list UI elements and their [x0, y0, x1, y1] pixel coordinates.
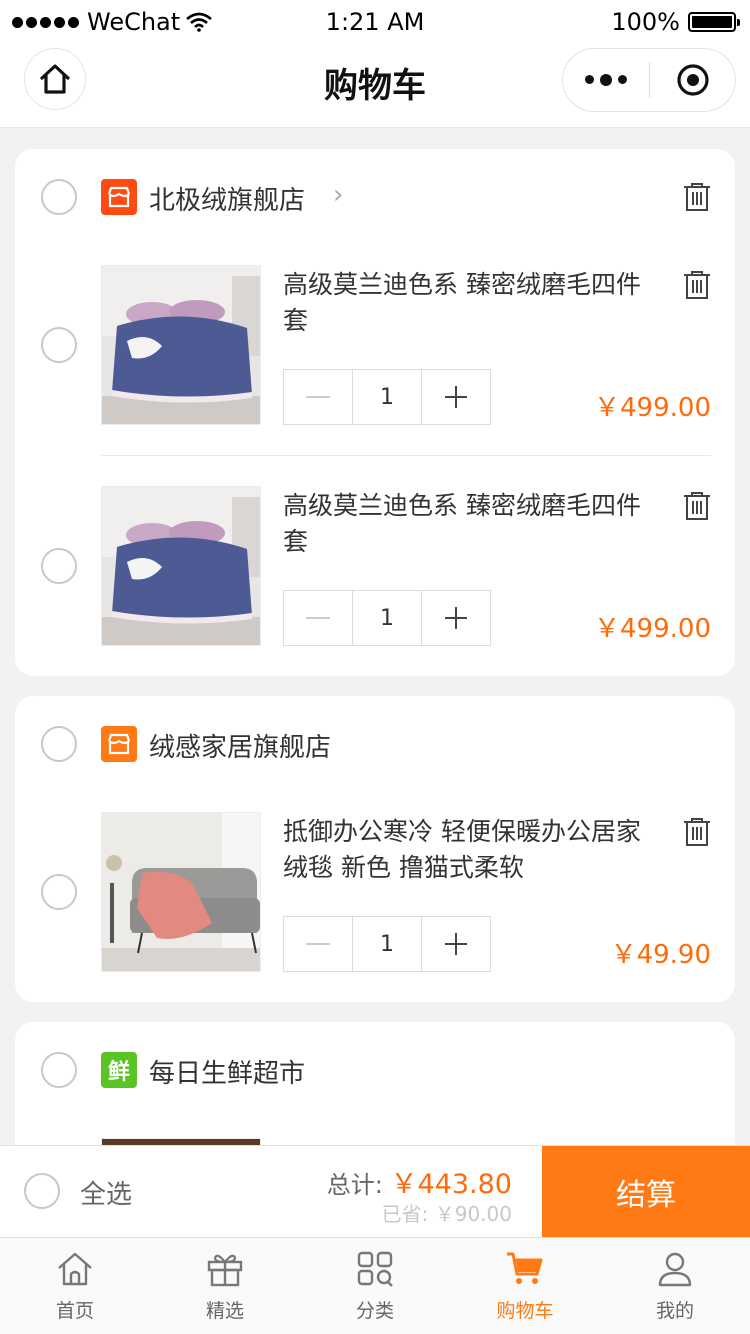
quantity-stepper: 1 — [283, 590, 491, 646]
store-checkbox[interactable] — [41, 179, 77, 215]
close-miniprogram-button[interactable] — [650, 63, 735, 97]
chevron-right-icon[interactable]: › — [333, 180, 343, 210]
tab-category[interactable]: 分类 — [300, 1238, 450, 1334]
trash-icon[interactable] — [683, 270, 711, 300]
store-checkbox[interactable] — [41, 726, 77, 762]
total-label: 总计: — [326, 1171, 383, 1199]
target-icon — [676, 64, 709, 96]
quantity-stepper: 1 — [283, 916, 491, 972]
saved-amount: ￥90.00 — [434, 1202, 512, 1226]
battery-percent: 100% — [611, 8, 680, 36]
cart-list[interactable]: 北极绒旗舰店 › 高级莫兰迪色系 臻密绒磨毛四件套 1 ￥499.00 高级莫兰… — [0, 129, 750, 1145]
item-checkbox[interactable] — [41, 874, 77, 910]
decrease-button[interactable] — [284, 591, 352, 645]
minus-icon — [306, 396, 330, 398]
select-all-label[interactable]: 全选 — [80, 1174, 132, 1211]
category-icon — [357, 1251, 393, 1287]
store-card: 绒感家居旗舰店 抵御办公寒冷 轻便保暖办公居家绒毯 新色 撸猫式柔软 1 ￥49… — [15, 696, 735, 1002]
battery-icon — [688, 12, 740, 32]
tab-bar: 首页 精选 分类 购物车 我的 — [0, 1237, 750, 1334]
tab-label: 购物车 — [496, 1300, 554, 1322]
minus-icon — [306, 617, 330, 619]
plus-icon — [445, 386, 467, 408]
total-amount: ￥443.80 — [390, 1169, 512, 1200]
more-button[interactable] — [563, 73, 649, 86]
tab-label: 分类 — [355, 1300, 394, 1322]
item-price: ￥499.00 — [594, 393, 711, 423]
user-icon — [658, 1252, 692, 1287]
saved-label: 已省: — [381, 1202, 429, 1226]
store-icon — [101, 179, 137, 215]
store-name[interactable]: 北极绒旗舰店 — [149, 180, 305, 217]
increase-button[interactable] — [421, 370, 490, 424]
increase-button[interactable] — [421, 591, 490, 645]
store-name[interactable]: 绒感家居旗舰店 — [149, 727, 331, 764]
tab-label: 首页 — [55, 1300, 94, 1322]
trash-icon[interactable] — [683, 817, 711, 847]
product-image[interactable] — [101, 1138, 261, 1145]
minus-icon — [306, 943, 330, 945]
nav-bar: 购物车 — [0, 44, 750, 128]
cart-icon — [507, 1252, 543, 1284]
product-title[interactable]: 抵御办公寒冷 轻便保暖办公居家绒毯 新色 撸猫式柔软 — [283, 814, 653, 886]
product-title[interactable]: 高级莫兰迪色系 臻密绒磨毛四件套 — [283, 267, 653, 339]
trash-icon[interactable] — [683, 182, 711, 212]
store-card: 鲜 每日生鲜超市 — [15, 1022, 735, 1145]
tab-label: 精选 — [205, 1300, 244, 1322]
product-title[interactable]: 高级莫兰迪色系 臻密绒磨毛四件套 — [283, 488, 663, 560]
plus-icon — [445, 607, 467, 629]
quantity-stepper: 1 — [283, 369, 491, 425]
fresh-icon: 鲜 — [101, 1052, 137, 1088]
store-checkbox[interactable] — [41, 1052, 77, 1088]
item-checkbox[interactable] — [41, 548, 77, 584]
tab-home[interactable]: 首页 — [0, 1238, 150, 1334]
tab-label: 我的 — [655, 1300, 694, 1322]
total-line: 总计: ￥443.80 — [327, 1162, 512, 1201]
status-bar: WeChat 1:21 AM 100% — [0, 0, 750, 44]
trash-icon[interactable] — [683, 491, 711, 521]
tab-cart[interactable]: 购物车 — [450, 1238, 600, 1334]
store-name[interactable]: 每日生鲜超市 — [149, 1053, 305, 1090]
quantity-value[interactable]: 1 — [352, 917, 421, 971]
item-divider — [101, 455, 711, 456]
increase-button[interactable] — [421, 917, 490, 971]
gift-icon — [207, 1254, 243, 1287]
quantity-value[interactable]: 1 — [352, 591, 421, 645]
saved-line: 已省: ￥90.00 — [382, 1198, 512, 1227]
tab-featured[interactable]: 精选 — [150, 1238, 300, 1334]
product-image[interactable] — [101, 265, 261, 425]
item-price: ￥499.00 — [594, 614, 711, 644]
item-checkbox[interactable] — [41, 327, 77, 363]
capsule-menu — [562, 48, 736, 112]
item-price: ￥49.90 — [610, 940, 711, 970]
battery-indicator: 100% — [611, 8, 740, 36]
checkout-bar: 全选 总计: ￥443.80 已省: ￥90.00 结算 — [0, 1145, 750, 1238]
store-card: 北极绒旗舰店 › 高级莫兰迪色系 臻密绒磨毛四件套 1 ￥499.00 高级莫兰… — [15, 149, 735, 676]
quantity-value[interactable]: 1 — [352, 370, 421, 424]
decrease-button[interactable] — [284, 370, 352, 424]
decrease-button[interactable] — [284, 917, 352, 971]
checkout-button[interactable]: 结算 — [542, 1146, 750, 1238]
product-image[interactable] — [101, 812, 261, 972]
plus-icon — [445, 933, 467, 955]
product-image[interactable] — [101, 486, 261, 646]
tab-profile[interactable]: 我的 — [600, 1238, 750, 1334]
select-all-checkbox[interactable] — [24, 1173, 60, 1209]
store-icon — [101, 726, 137, 762]
home-icon — [58, 1252, 92, 1286]
